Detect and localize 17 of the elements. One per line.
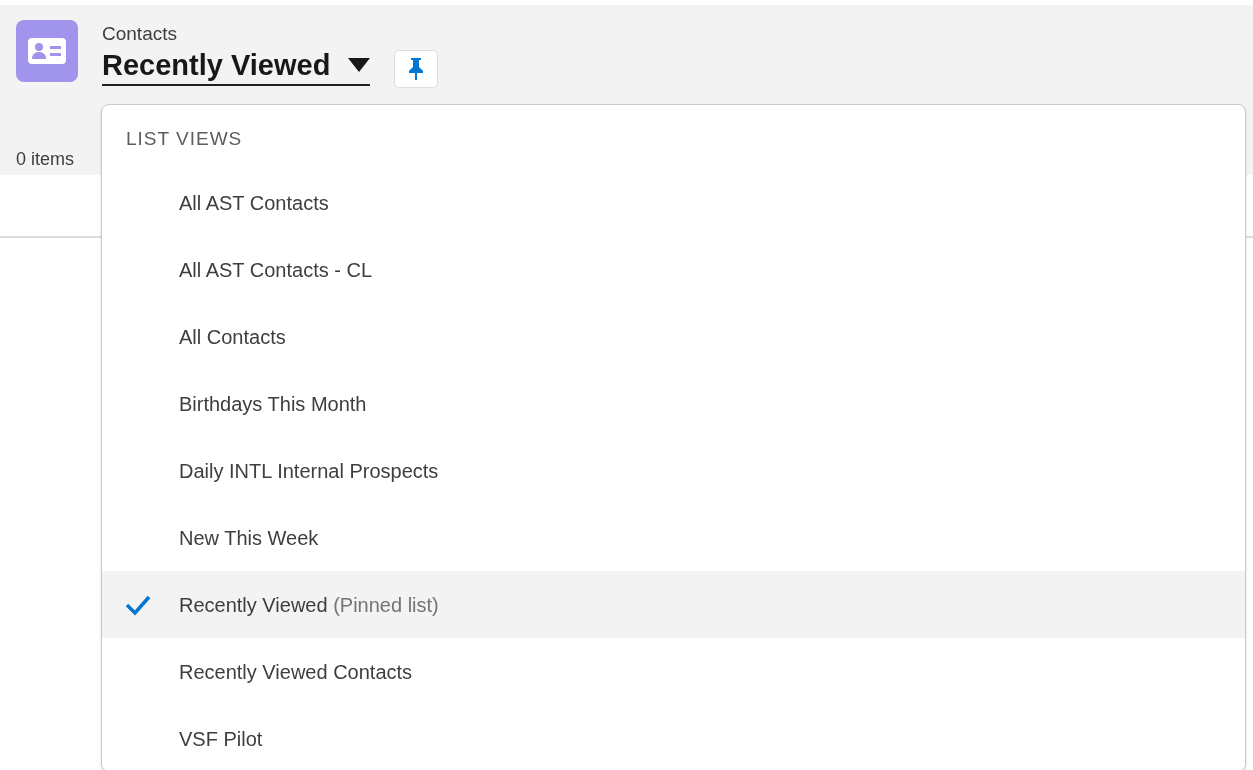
list-view-option[interactable]: Daily INTL Internal Prospects <box>102 437 1245 504</box>
pin-icon <box>409 58 424 80</box>
list-view-option[interactable]: New This Week <box>102 504 1245 571</box>
object-name: Contacts <box>102 22 178 46</box>
item-count: 0 items <box>16 148 75 171</box>
list-view-option[interactable]: Recently Viewed (Pinned list) <box>102 571 1245 638</box>
list-view-option[interactable]: All AST Contacts <box>102 169 1245 236</box>
list-view-option[interactable]: Birthdays This Month <box>102 370 1245 437</box>
list-view-option[interactable]: All Contacts <box>102 303 1245 370</box>
list-view-option[interactable]: VSF Pilot <box>102 705 1245 770</box>
list-view-option[interactable]: All AST Contacts - CL <box>102 236 1245 303</box>
list-view-option[interactable]: Recently Viewed Contacts <box>102 638 1245 705</box>
contact-card-icon <box>16 20 78 82</box>
pin-button[interactable] <box>394 50 439 88</box>
menu-heading: LIST VIEWS <box>125 127 244 151</box>
list-view-selector[interactable]: Recently Viewed <box>102 46 371 86</box>
caret-down-icon <box>348 58 371 72</box>
